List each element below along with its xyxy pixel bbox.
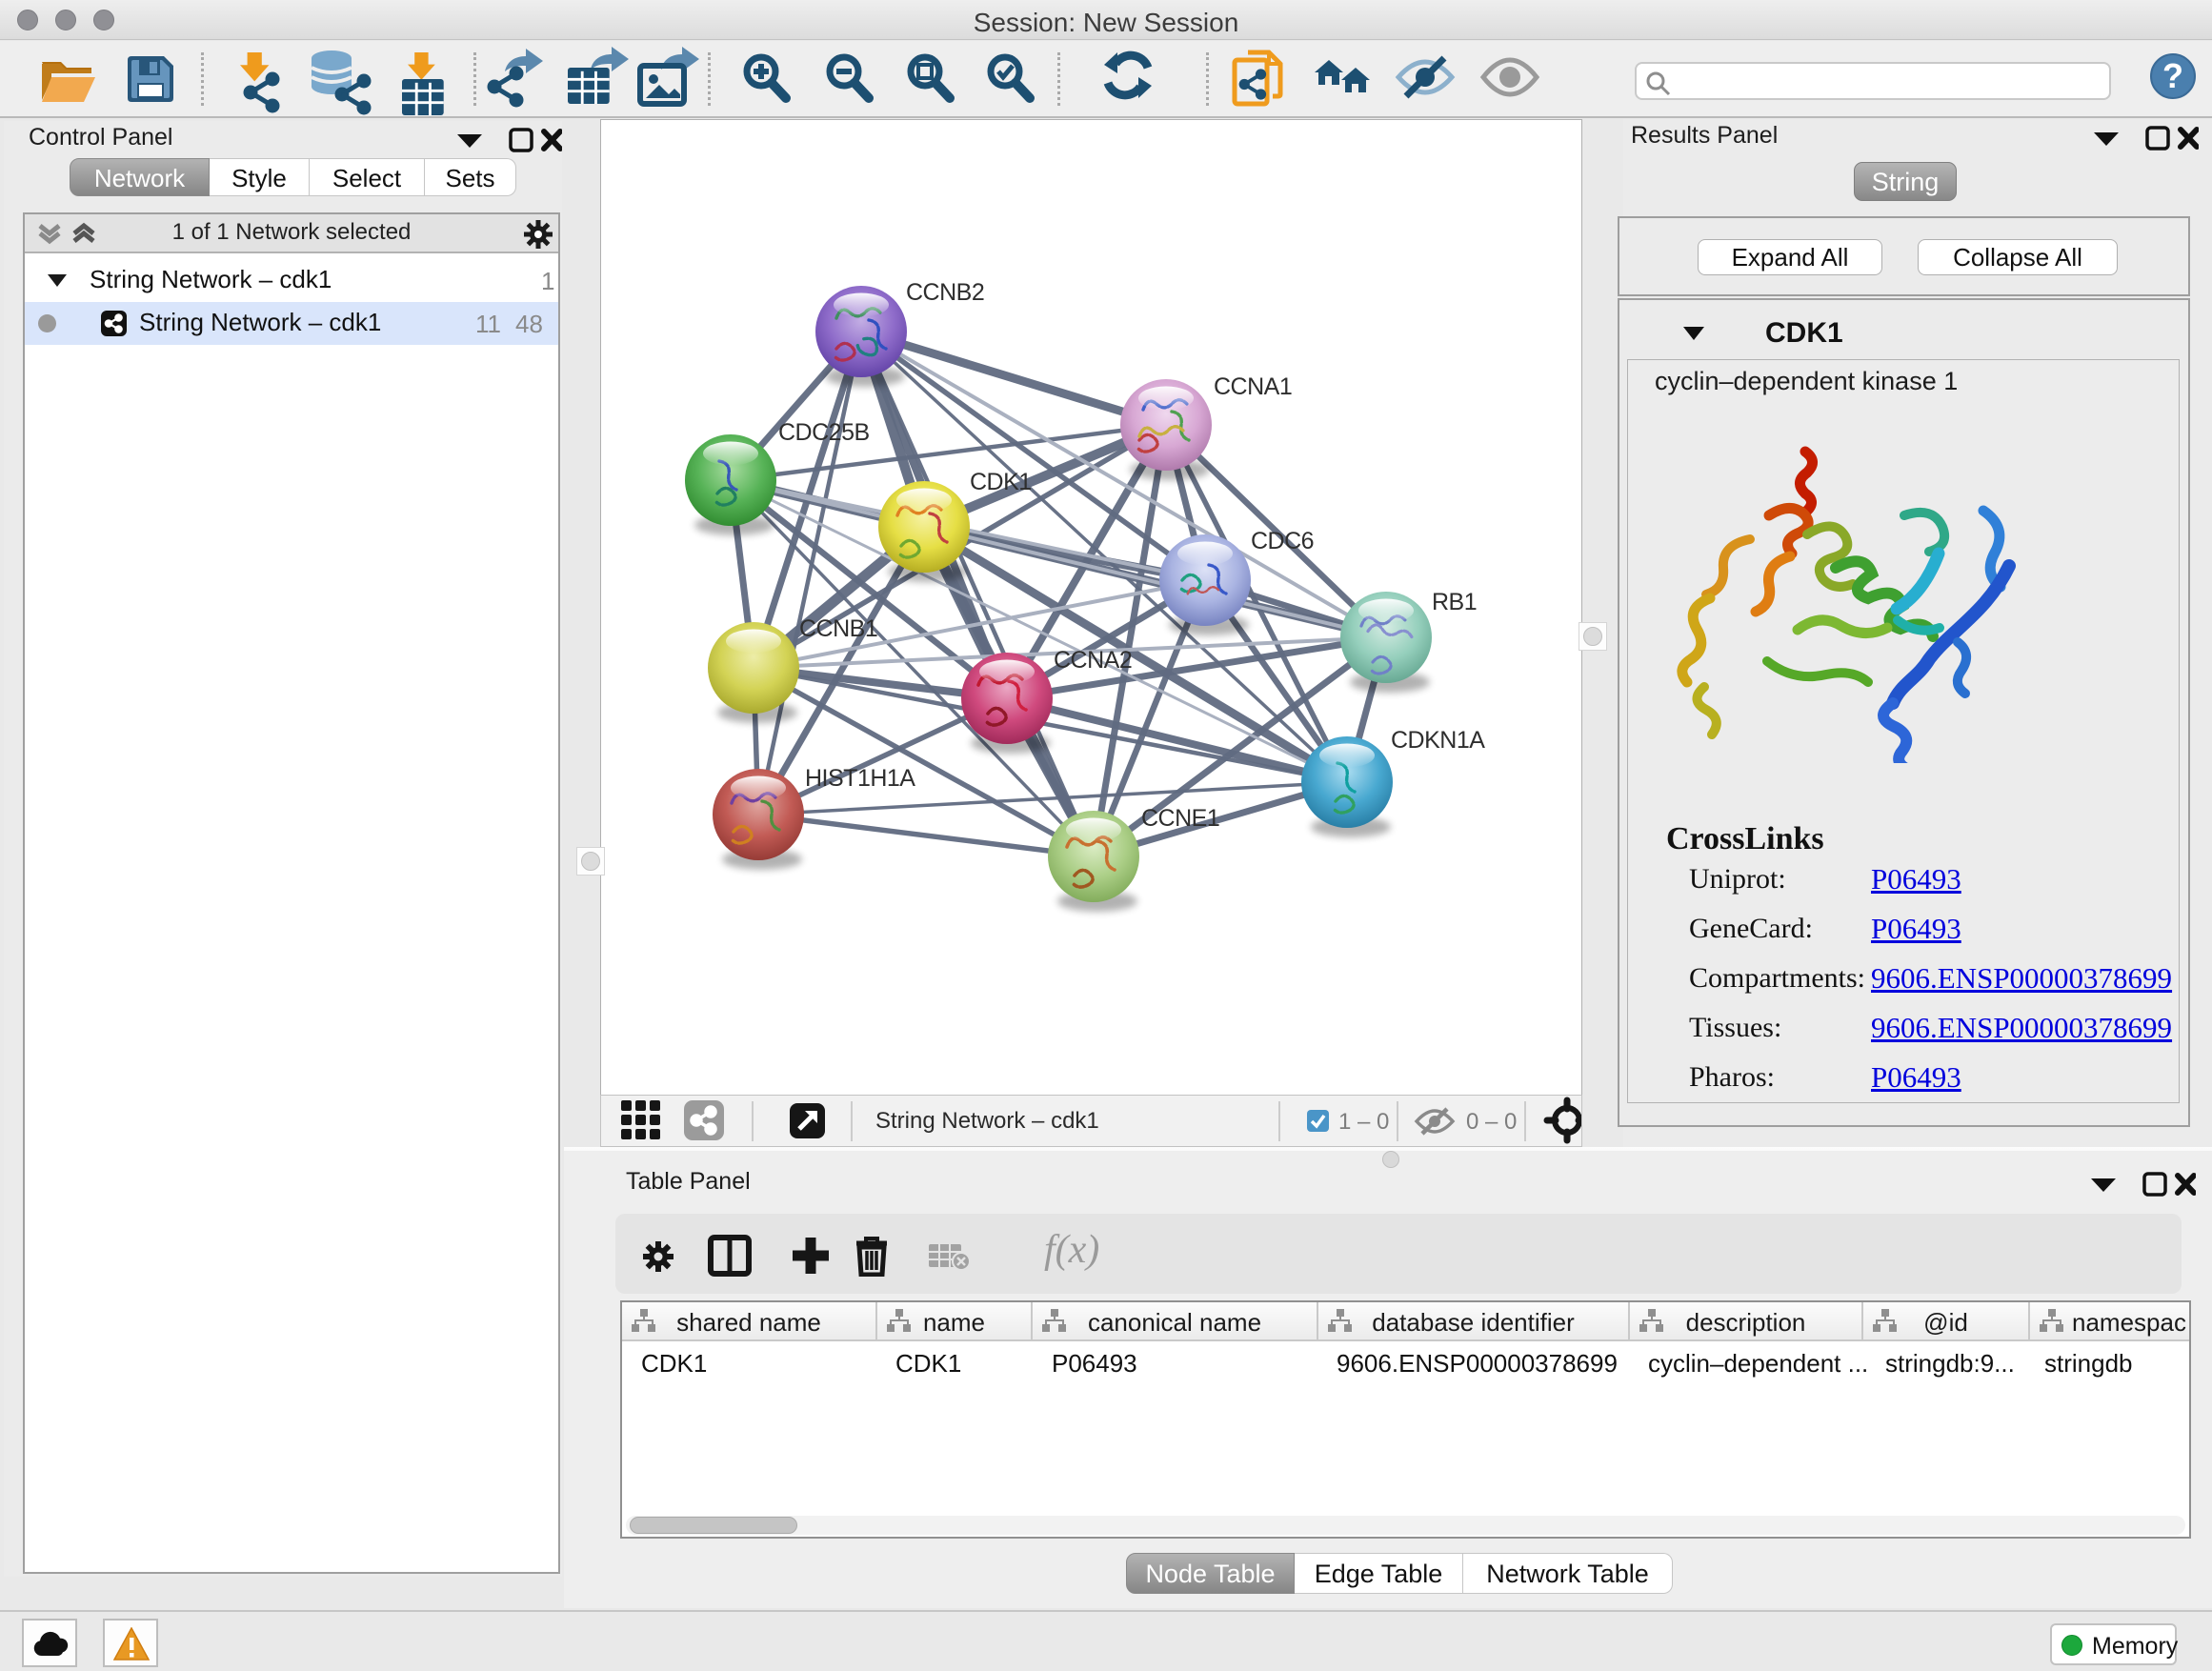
svg-text:CDC6: CDC6: [1251, 528, 1314, 554]
svg-text:CDC25B: CDC25B: [778, 419, 870, 446]
svg-text:RB1: RB1: [1432, 589, 1477, 615]
svg-text:?: ?: [2162, 56, 2183, 95]
svg-text:CDKN1A: CDKN1A: [1391, 727, 1485, 754]
svg-text:CCNB2: CCNB2: [906, 279, 984, 306]
svg-text:CDK1: CDK1: [970, 469, 1032, 495]
svg-text:CCNB1: CCNB1: [799, 615, 877, 642]
svg-text:CCNA1: CCNA1: [1214, 373, 1292, 400]
svg-text:CCNE1: CCNE1: [1141, 805, 1219, 832]
svg-text:CCNA2: CCNA2: [1054, 647, 1132, 674]
svg-text:HIST1H1A: HIST1H1A: [805, 765, 915, 792]
